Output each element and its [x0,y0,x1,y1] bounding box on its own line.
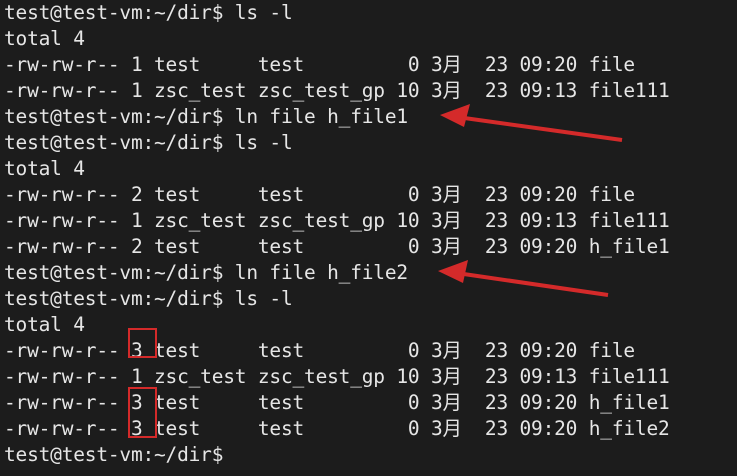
terminal-window[interactable]: test@test-vm:~/dir$ ls -l total 4 -rw-rw… [0,0,737,476]
terminal-line: -rw-rw-r-- 3 test test 0 3月 23 09:20 h_f… [4,391,670,414]
terminal-line: -rw-rw-r-- 1 zsc_test zsc_test_gp 10 3月 … [4,79,670,102]
link-count-highlight-box [128,328,157,358]
terminal-prompt-line: test@test-vm:~/dir$ [4,443,224,466]
terminal-line: -rw-rw-r-- 1 zsc_test zsc_test_gp 10 3月 … [4,365,670,388]
terminal-line: test@test-vm:~/dir$ ls -l [4,1,293,24]
terminal-line: test@test-vm:~/dir$ ls -l [4,287,293,310]
terminal-line: -rw-rw-r-- 3 test test 0 3月 23 09:20 h_f… [4,417,670,440]
terminal-line: test@test-vm:~/dir$ ls -l [4,131,293,154]
terminal-line: total 4 [4,27,85,50]
terminal-line: -rw-rw-r-- 2 test test 0 3月 23 09:20 h_f… [4,235,670,258]
terminal-line: test@test-vm:~/dir$ ln file h_file2 [4,261,408,284]
terminal-line: total 4 [4,313,85,336]
terminal-line: -rw-rw-r-- 1 test test 0 3月 23 09:20 fil… [4,53,635,76]
terminal-line: -rw-rw-r-- 1 zsc_test zsc_test_gp 10 3月 … [4,209,670,232]
terminal-line: -rw-rw-r-- 2 test test 0 3月 23 09:20 fil… [4,183,635,206]
terminal-line: test@test-vm:~/dir$ ln file h_file1 [4,105,408,128]
link-count-highlight-box [128,387,157,438]
terminal-line: -rw-rw-r-- 3 test test 0 3月 23 09:20 fil… [4,339,635,362]
terminal-line: total 4 [4,157,85,180]
